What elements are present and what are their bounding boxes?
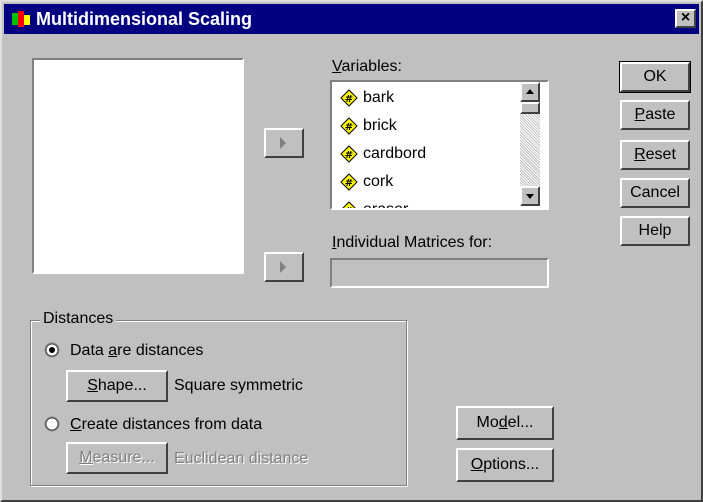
individual-matrices-label: Individual Matrices for: [332, 234, 492, 252]
right-arrow-icon [280, 137, 286, 149]
reset-mnemonic: R [634, 146, 646, 163]
move-to-matrices-button[interactable] [264, 252, 304, 282]
reset-button[interactable]: Reset [620, 140, 690, 170]
reset-rest: eset [645, 146, 676, 163]
label-part: reate distances from data [81, 416, 263, 433]
spss-app-icon [12, 11, 30, 27]
title-bar[interactable]: Multidimensional Scaling × [4, 4, 699, 34]
scroll-down-button[interactable] [520, 186, 540, 206]
individual-matrices-rest: ndividual Matrices for: [336, 234, 493, 251]
data-are-distances-radio[interactable] [44, 342, 60, 358]
scroll-thumb[interactable] [520, 102, 540, 114]
shape-value: Square symmetric [174, 377, 303, 394]
ok-button[interactable]: OK [619, 61, 691, 93]
paste-rest: aste [645, 106, 676, 123]
right-arrow-icon [280, 261, 286, 273]
model-mnemonic: d [498, 414, 508, 431]
list-item[interactable]: # cork [340, 170, 393, 194]
up-arrow-icon [526, 89, 534, 94]
model-part: Mo [476, 414, 499, 431]
paste-button[interactable]: Paste [620, 100, 690, 130]
variable-name: bark [363, 89, 395, 106]
svg-text:#: # [345, 122, 353, 133]
measure-button: Measure... [66, 442, 168, 474]
model-part: el... [507, 414, 534, 431]
measure-rest: easure... [92, 449, 155, 466]
scroll-up-button[interactable] [520, 82, 540, 102]
variable-name: cardbord [363, 145, 427, 162]
help-button[interactable]: Help [620, 216, 690, 246]
numeric-variable-icon: # [340, 89, 358, 107]
source-variable-list[interactable] [32, 58, 244, 274]
measure-value: Euclidean distance [174, 450, 309, 467]
numeric-variable-icon: # [340, 145, 358, 163]
close-button[interactable]: × [675, 9, 696, 28]
variables-scrollbar[interactable] [520, 82, 540, 206]
variable-name: cork [363, 173, 394, 190]
options-rest: ptions... [483, 456, 540, 473]
variable-name: eraser [363, 201, 409, 210]
numeric-variable-icon: # [340, 173, 358, 191]
label-part: re distances [117, 342, 204, 359]
variables-label-rest: ariables: [341, 58, 402, 75]
svg-text:#: # [345, 150, 353, 161]
label-part: Data [70, 342, 109, 359]
window-title: Multidimensional Scaling [36, 9, 253, 29]
create-distances-label[interactable]: Create distances from data [70, 416, 262, 434]
paste-mnemonic: P [634, 106, 646, 123]
variables-label: Variables: [332, 58, 402, 76]
options-button[interactable]: Options... [456, 448, 554, 482]
shape-button[interactable]: Shape... [66, 370, 168, 402]
svg-text:#: # [345, 94, 353, 105]
label-mnemonic: a [108, 342, 118, 359]
list-item[interactable]: # eraser [340, 198, 409, 210]
move-to-variables-button[interactable] [264, 128, 304, 158]
shape-rest: hape... [97, 377, 147, 394]
svg-text:#: # [345, 178, 353, 189]
variables-list[interactable]: # bark # brick # cardbord # cork # erase… [330, 80, 549, 210]
variable-name: brick [363, 117, 397, 134]
data-are-distances-label[interactable]: Data are distances [70, 342, 203, 360]
label-mnemonic: C [70, 416, 82, 433]
distances-group-title: Distances [40, 310, 117, 328]
individual-matrices-field[interactable] [330, 258, 549, 288]
svg-text:#: # [345, 206, 353, 210]
measure-mnemonic: M [79, 449, 93, 466]
model-button[interactable]: Model... [456, 406, 554, 440]
mds-dialog: Multidimensional Scaling × Variables: # … [0, 0, 703, 502]
down-arrow-icon [526, 194, 534, 199]
list-item[interactable]: # bark [340, 86, 394, 110]
list-item[interactable]: # cardbord [340, 142, 426, 166]
create-distances-radio[interactable] [44, 416, 60, 432]
options-mnemonic: O [470, 456, 484, 473]
numeric-variable-icon: # [342, 201, 356, 210]
cancel-button[interactable]: Cancel [620, 178, 690, 208]
scroll-track[interactable] [520, 102, 540, 186]
list-item[interactable]: # brick [340, 114, 397, 138]
numeric-variable-icon: # [340, 117, 358, 135]
shape-mnemonic: S [87, 377, 98, 394]
